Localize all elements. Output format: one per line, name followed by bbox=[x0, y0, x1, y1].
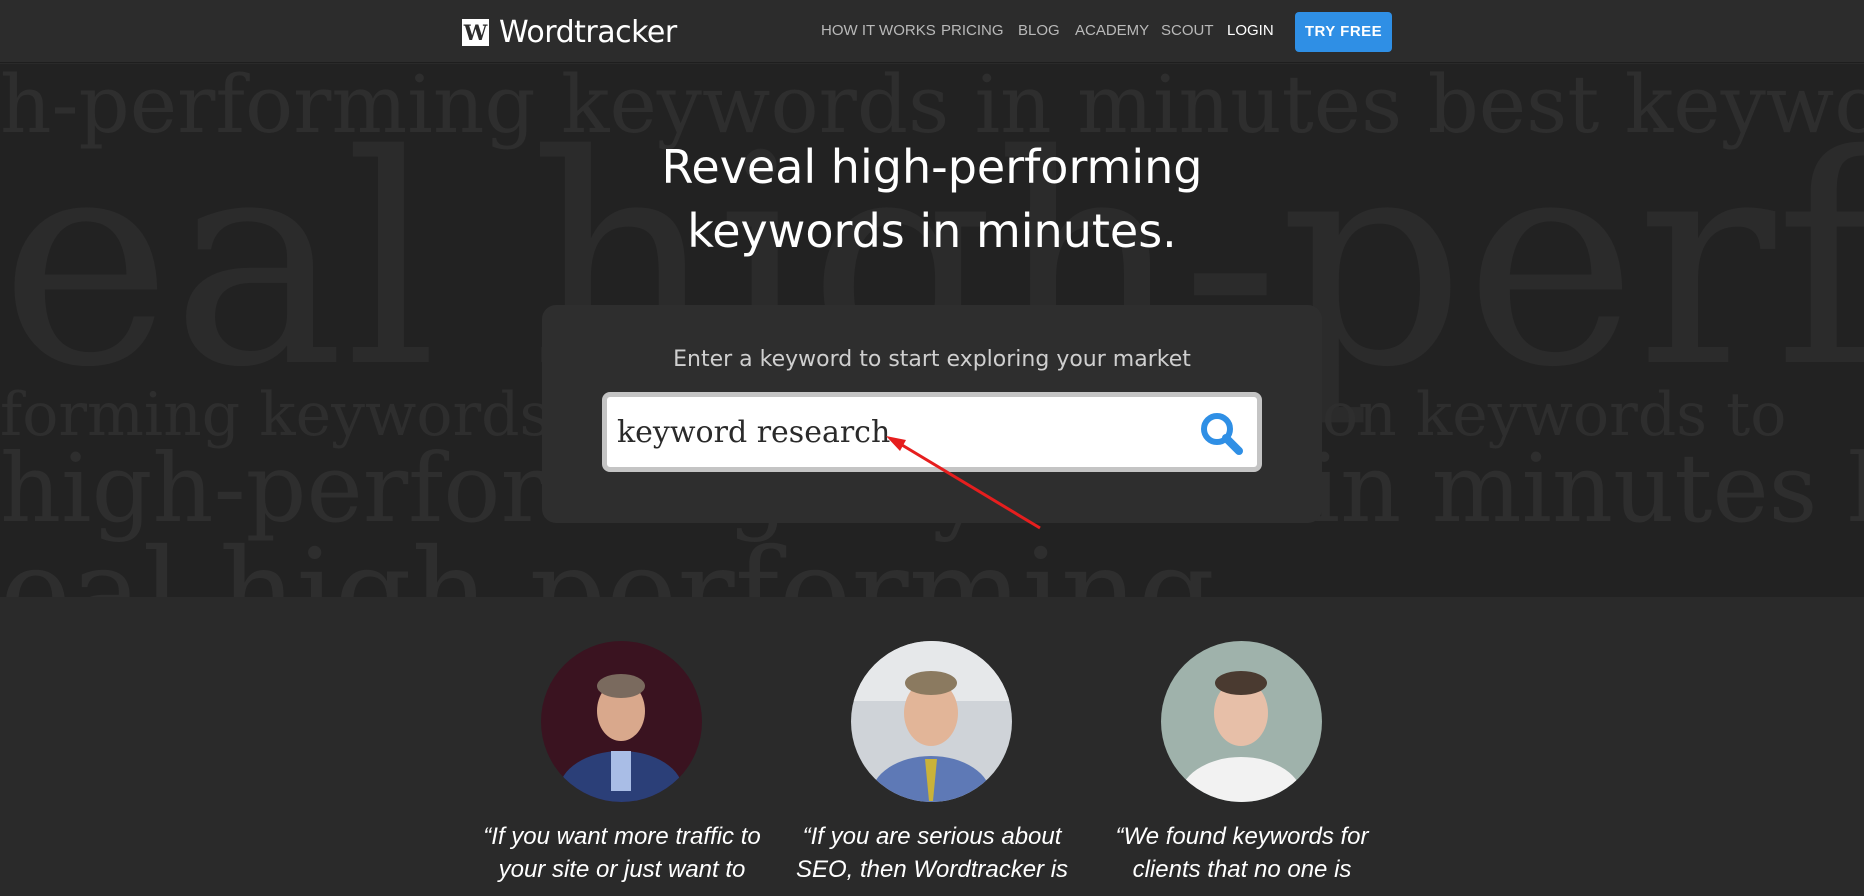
testimonial-quote: “If you want more traffic to your site o… bbox=[462, 820, 782, 886]
logo[interactable]: W Wordtracker bbox=[462, 14, 677, 50]
nav-blog[interactable]: BLOG bbox=[1018, 22, 1060, 39]
hero-title-line: keywords in minutes. bbox=[687, 204, 1177, 258]
keyword-search-input[interactable] bbox=[617, 403, 1177, 461]
hero-section: h-performing keywords in minutes best ke… bbox=[0, 64, 1864, 597]
search-box bbox=[602, 392, 1262, 472]
testimonial-avatar bbox=[541, 641, 702, 802]
testimonial-avatar bbox=[1161, 641, 1322, 802]
person-photo bbox=[541, 641, 702, 802]
nav-how-it-works[interactable]: HOW IT WORKS bbox=[821, 22, 936, 39]
nav-academy[interactable]: ACADEMY bbox=[1075, 22, 1149, 39]
quote-line: clients that no one is bbox=[1132, 856, 1352, 883]
person-photo bbox=[1161, 641, 1322, 802]
top-nav-bar: W Wordtracker HOW IT WORKS PRICING BLOG … bbox=[0, 0, 1864, 63]
hero-title: Reveal high-performing keywords in minut… bbox=[0, 135, 1864, 263]
search-panel: Enter a keyword to start exploring your … bbox=[542, 305, 1322, 523]
testimonial-avatar bbox=[851, 641, 1012, 802]
quote-line: “We found keywords for bbox=[1115, 823, 1369, 850]
testimonial-quote: “We found keywords for clients that no o… bbox=[1082, 820, 1402, 886]
logo-text: Wordtracker bbox=[499, 14, 677, 50]
nav-scout[interactable]: SCOUT bbox=[1161, 22, 1214, 39]
search-icon[interactable] bbox=[1199, 411, 1243, 455]
quote-line: “If you are serious about bbox=[802, 823, 1062, 850]
testimonial-quote: “If you are serious about SEO, then Word… bbox=[772, 820, 1092, 886]
logo-mark-icon: W bbox=[462, 18, 489, 46]
search-prompt: Enter a keyword to start exploring your … bbox=[673, 347, 1191, 372]
person-photo bbox=[851, 641, 1012, 802]
quote-line: “If you want more traffic to bbox=[483, 823, 761, 850]
nav-pricing[interactable]: PRICING bbox=[941, 22, 1004, 39]
hero-background-text: eal high-performing bbox=[0, 524, 1215, 597]
try-free-button[interactable]: TRY FREE bbox=[1295, 12, 1392, 52]
quote-line: SEO, then Wordtracker is bbox=[795, 856, 1069, 883]
hero-title-line: Reveal high-performing bbox=[661, 140, 1203, 194]
nav-login[interactable]: LOGIN bbox=[1227, 22, 1274, 39]
quote-line: your site or just want to bbox=[498, 856, 746, 883]
